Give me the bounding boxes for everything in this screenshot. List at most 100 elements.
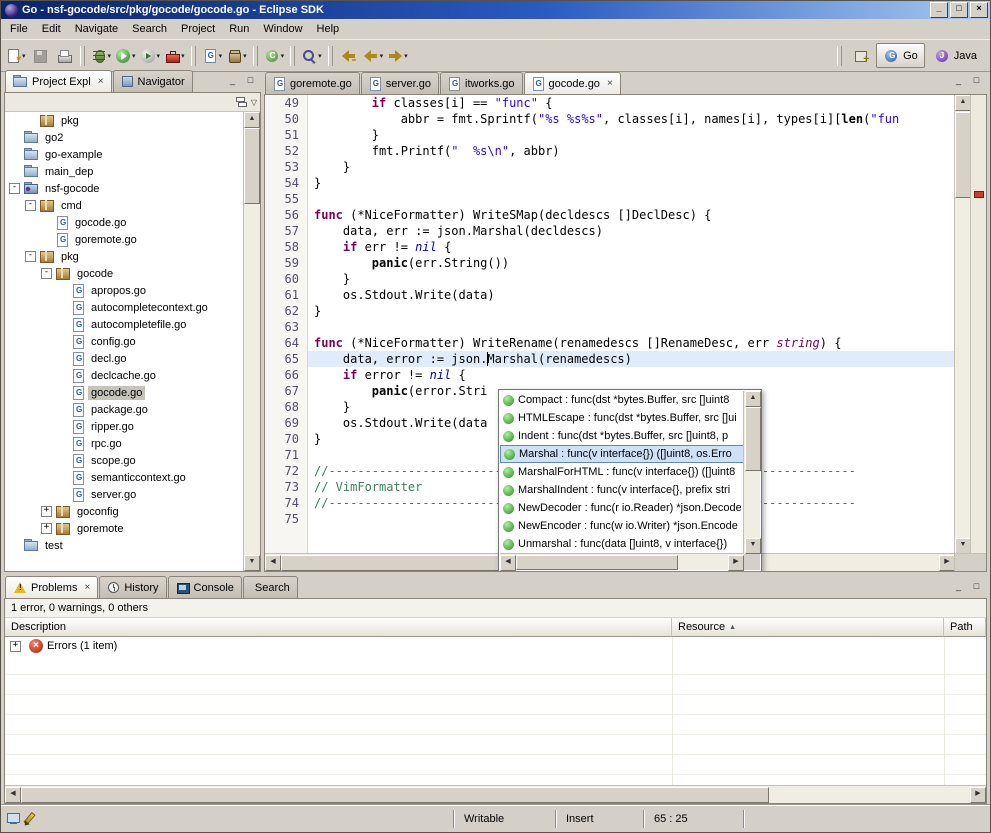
code-text[interactable]: }	[308, 175, 955, 191]
scrollbar-thumb[interactable]	[745, 407, 761, 471]
autocomplete-item[interactable]: Compact : func(dst *bytes.Buffer, src []…	[500, 391, 744, 409]
code-text[interactable]: }	[308, 303, 955, 319]
print-button[interactable]	[52, 45, 76, 67]
code-text[interactable]: if error != nil {	[308, 367, 955, 383]
dropdown-icon[interactable]: ▾	[404, 52, 408, 60]
code-text[interactable]: abbr = fmt.Sprintf("%s %s%s", classes[i]…	[308, 111, 955, 127]
tree-item-cmd[interactable]: -cmd	[5, 197, 244, 214]
scroll-right-button[interactable]: ▶	[728, 555, 744, 571]
scroll-left-button[interactable]: ◀	[500, 555, 516, 571]
run-button[interactable]: ▾	[113, 45, 138, 67]
autocomplete-item[interactable]: NewDecoder : func(r io.Reader) *json.Dec…	[500, 499, 744, 517]
table-row[interactable]: + Errors (1 item)	[5, 637, 986, 655]
scroll-left-button[interactable]: ◀	[5, 787, 21, 803]
dropdown-icon[interactable]: ▾	[181, 52, 185, 60]
expander-plus-icon[interactable]: +	[41, 506, 52, 517]
close-tab-icon[interactable]: ×	[607, 79, 613, 89]
menu-navigate[interactable]: Navigate	[68, 20, 125, 38]
tree-item-go-example[interactable]: go-example	[5, 146, 244, 163]
tree-item-config-go[interactable]: config.go	[5, 333, 244, 350]
code-text[interactable]: }	[308, 271, 955, 287]
autocomplete-item[interactable]: MarshalForHTML : func(v interface{}) ([]…	[500, 463, 744, 481]
scroll-right-button[interactable]: ▶	[970, 787, 986, 803]
back-button[interactable]: ▾	[361, 45, 386, 67]
scrollbar-thumb[interactable]	[21, 787, 769, 803]
tree-item-goremote-go[interactable]: goremote.go	[5, 231, 244, 248]
maximize-view-button[interactable]: □	[242, 73, 259, 89]
autocomplete-item[interactable]: Unmarshal : func(data []uint8, v interfa…	[500, 535, 744, 553]
tab-problems[interactable]: Problems×	[5, 576, 98, 598]
editor-tab-gocode-go[interactable]: gocode.go×	[524, 72, 621, 94]
minimize-button[interactable]: _	[930, 2, 948, 18]
code-text[interactable]: fmt.Printf(" %s\n", abbr)	[308, 143, 955, 159]
view-menu-icon[interactable]: ▽	[251, 98, 257, 107]
tree-item-go2[interactable]: go2	[5, 129, 244, 146]
collapse-all-icon[interactable]	[235, 96, 247, 108]
code-text[interactable]: }	[308, 159, 955, 175]
open-perspective-button[interactable]	[849, 45, 873, 67]
code-text[interactable]: }	[308, 127, 955, 143]
editor-vertical-scrollbar[interactable]: ▲ ▼	[954, 95, 971, 554]
column-header-description[interactable]: Description	[5, 618, 672, 637]
code-text[interactable]: if classes[i] == "func" {	[308, 95, 955, 111]
dropdown-icon[interactable]: ▾	[281, 52, 285, 60]
tab-history[interactable]: History	[99, 576, 166, 598]
tab-console[interactable]: Console	[168, 576, 242, 598]
tree-item-autocompletefile-go[interactable]: autocompletefile.go	[5, 316, 244, 333]
run-history-button[interactable]: ▾	[138, 45, 163, 67]
jar-export-button[interactable]: ▾	[224, 45, 249, 67]
dropdown-icon[interactable]: ▾	[108, 52, 112, 60]
scroll-right-button[interactable]: ▶	[939, 555, 955, 571]
popup-horizontal-scrollbar[interactable]: ◀ ▶	[500, 553, 744, 570]
editor-tab-itworks-go[interactable]: itworks.go	[440, 72, 523, 94]
tree-item-package-go[interactable]: package.go	[5, 401, 244, 418]
menu-search[interactable]: Search	[125, 20, 174, 38]
code-text[interactable]	[308, 319, 955, 335]
scrollbar-thumb[interactable]	[955, 112, 971, 198]
menu-run[interactable]: Run	[222, 20, 256, 38]
scroll-up-button[interactable]: ▲	[745, 391, 761, 407]
scrollbar-thumb[interactable]	[244, 128, 260, 204]
perspective-go[interactable]: Go	[876, 43, 925, 68]
code-text[interactable]: func (*NiceFormatter) WriteSMap(decldesc…	[308, 207, 955, 223]
expander-minus-icon[interactable]: -	[25, 251, 36, 262]
tree-item-semanticcontext-go[interactable]: semanticcontext.go	[5, 469, 244, 486]
scrollbar-thumb[interactable]	[516, 555, 678, 570]
tree-item-autocompletecontext-go[interactable]: autocompletecontext.go	[5, 299, 244, 316]
dropdown-icon[interactable]: ▾	[22, 52, 26, 60]
fast-view-icon[interactable]	[5, 811, 21, 827]
menu-window[interactable]: Window	[256, 20, 309, 38]
code-text[interactable]: data, err := json.Marshal(decldescs)	[308, 223, 955, 239]
scroll-down-button[interactable]: ▼	[955, 538, 971, 554]
close-tab-icon[interactable]: ×	[98, 77, 104, 87]
scroll-down-button[interactable]: ▼	[244, 555, 260, 571]
tree-item-gocode[interactable]: -gocode	[5, 265, 244, 282]
tab-search[interactable]: Search	[243, 576, 298, 598]
code-text[interactable]: panic(err.String())	[308, 255, 955, 271]
search-button[interactable]: ▾	[299, 45, 324, 67]
expander-minus-icon[interactable]: -	[9, 183, 20, 194]
tree-item-apropos-go[interactable]: apropos.go	[5, 282, 244, 299]
autocomplete-item[interactable]: Indent : func(dst *bytes.Buffer, src []u…	[500, 427, 744, 445]
dropdown-icon[interactable]: ▾	[318, 52, 322, 60]
expander-plus-icon[interactable]: +	[41, 523, 52, 534]
autocomplete-item[interactable]: Marshal : func(v interface{}) ([]uint8, …	[500, 445, 744, 463]
tree-item-test[interactable]: test	[5, 537, 244, 554]
dropdown-icon[interactable]: ▾	[380, 52, 384, 60]
autocomplete-item[interactable]: MarshalIndent : func(v interface{}, pref…	[500, 481, 744, 499]
expander-plus-icon[interactable]: +	[10, 641, 21, 652]
close-button[interactable]: ×	[970, 2, 988, 18]
expander-minus-icon[interactable]: -	[41, 268, 52, 279]
autocomplete-item[interactable]: NewEncoder : func(w io.Writer) *json.Enc…	[500, 517, 744, 535]
column-header-resource[interactable]: Resource▲	[672, 618, 944, 637]
code-text[interactable]: if err != nil {	[308, 239, 955, 255]
tree-item-goconfig[interactable]: +goconfig	[5, 503, 244, 520]
minimize-view-button[interactable]: _	[950, 73, 967, 89]
debug-button[interactable]: ▾	[89, 45, 114, 67]
problems-horizontal-scrollbar[interactable]: ◀ ▶	[5, 785, 986, 803]
code-text[interactable]	[308, 191, 955, 207]
dropdown-icon[interactable]: ▾	[219, 52, 223, 60]
maximize-button[interactable]: □	[950, 2, 968, 18]
tree-item-nsf-gocode[interactable]: -nsf-gocode	[5, 180, 244, 197]
perspective-java[interactable]: Java	[927, 43, 984, 68]
